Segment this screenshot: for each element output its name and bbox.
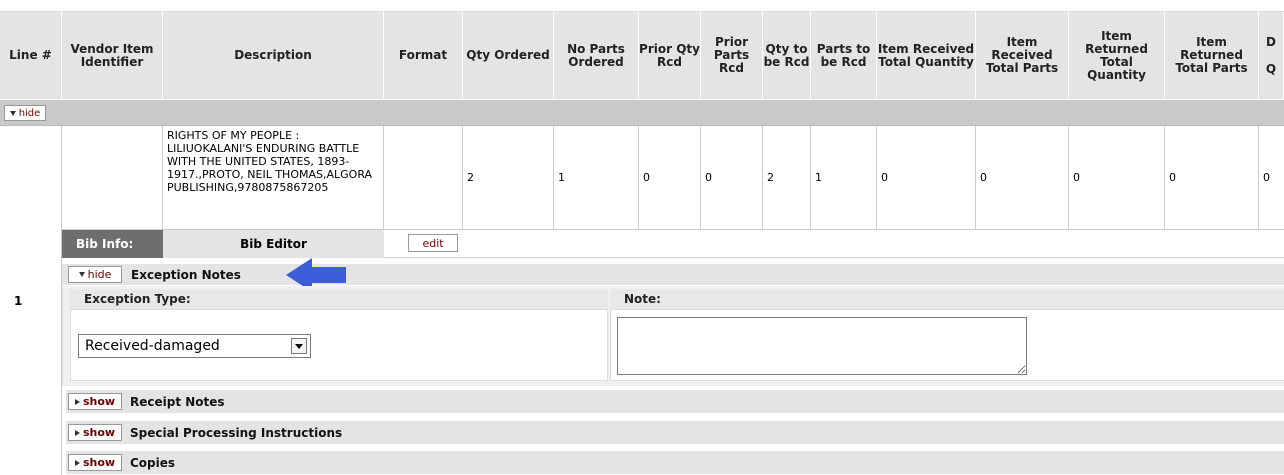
exception-notes-header: [62, 264, 1284, 286]
note-textarea[interactable]: [617, 317, 1027, 375]
receipt-notes-title: Receipt Notes: [130, 394, 225, 409]
vendor-item-identifier-cell: [62, 126, 163, 230]
description-cell: RIGHTS OF MY PEOPLE : LILIUOKALANI'S END…: [163, 126, 384, 230]
copies-toggle-label: show: [82, 456, 116, 469]
col-partial-label: D: [1266, 35, 1276, 49]
no-parts-ordered-cell: 1: [554, 126, 639, 230]
col-description: Description: [163, 12, 384, 100]
partial-cell: 0: [1259, 126, 1284, 230]
exception-type-selected-value: Received-damaged: [85, 338, 220, 354]
exception-notes-toggle-button[interactable]: hide: [68, 266, 122, 283]
special-processing-title: Special Processing Instructions: [130, 425, 343, 440]
receipt-notes-header: show Receipt Notes: [66, 390, 1284, 414]
copies-title: Copies: [130, 455, 176, 470]
col-qty-to-be-rcd: Qty to be Rcd: [763, 12, 811, 100]
exception-notes-toggle-label: hide: [87, 268, 112, 281]
exception-notes-title: Exception Notes: [131, 268, 241, 282]
chevron-down-icon[interactable]: [291, 338, 307, 354]
section-bar: [0, 100, 1284, 126]
col-prior-parts-rcd: Prior Parts Rcd: [701, 12, 763, 100]
triangle-right-icon: [74, 459, 80, 466]
item-received-total-quantity-cell: 0: [877, 126, 976, 230]
line-number-cell: 1: [0, 126, 62, 475]
bib-row-spacer: [463, 230, 1284, 258]
col-vendor-item-identifier: Vendor Item Identifier: [62, 12, 163, 100]
bib-edit-button[interactable]: edit: [408, 234, 458, 252]
qty-ordered-cell: 2: [463, 126, 554, 230]
col-format: Format: [384, 12, 463, 100]
format-cell: [384, 126, 463, 230]
triangle-right-icon: [74, 398, 80, 405]
col-qty-ordered: Qty Ordered: [463, 12, 554, 100]
triangle-down-icon: [78, 272, 85, 277]
item-returned-total-parts-cell: 0: [1165, 126, 1259, 230]
receipt-notes-toggle-button[interactable]: show: [68, 393, 122, 410]
top-margin: [0, 0, 1284, 12]
col-partial-extra: Q: [1265, 62, 1277, 76]
col-item-returned-total-parts: Item Returned Total Parts: [1165, 12, 1259, 100]
triangle-right-icon: [74, 429, 80, 436]
parts-to-be-rcd-cell: 1: [811, 126, 877, 230]
col-prior-qty-rcd: Prior Qty Rcd: [639, 12, 701, 100]
bib-info-label: Bib Info:: [62, 230, 163, 258]
col-item-received-total-quantity: Item Received Total Quantity: [877, 12, 976, 100]
col-line: Line #: [0, 12, 62, 100]
item-returned-total-quantity-cell: 0: [1069, 126, 1165, 230]
note-header: Note:: [610, 289, 1284, 309]
special-processing-toggle-label: show: [82, 426, 116, 439]
prior-qty-rcd-cell: 0: [639, 126, 701, 230]
hide-toggle-button[interactable]: hide: [4, 105, 46, 121]
exception-type-select[interactable]: Received-damaged: [78, 334, 311, 358]
col-item-received-total-parts: Item Received Total Parts: [976, 12, 1069, 100]
hide-toggle-label: hide: [18, 107, 41, 119]
col-parts-to-be-rcd: Parts to be Rcd: [811, 12, 877, 100]
bib-editor-label: Bib Editor: [163, 230, 384, 258]
triangle-down-icon: [9, 110, 16, 116]
prior-parts-rcd-cell: 0: [701, 126, 763, 230]
qty-to-be-rcd-cell: 2: [763, 126, 811, 230]
col-item-returned-total-quantity: Item Returned Total Quantity: [1069, 12, 1165, 100]
special-processing-header: show Special Processing Instructions: [66, 421, 1284, 445]
receipt-notes-toggle-label: show: [82, 395, 116, 408]
col-partial: D Q: [1259, 12, 1284, 100]
copies-toggle-button[interactable]: show: [68, 454, 122, 471]
item-received-total-parts-cell: 0: [976, 126, 1069, 230]
col-no-parts-ordered: No Parts Ordered: [554, 12, 639, 100]
exception-type-header: Exception Type:: [70, 289, 608, 309]
special-processing-toggle-button[interactable]: show: [68, 424, 122, 441]
copies-header: show Copies: [66, 451, 1284, 475]
